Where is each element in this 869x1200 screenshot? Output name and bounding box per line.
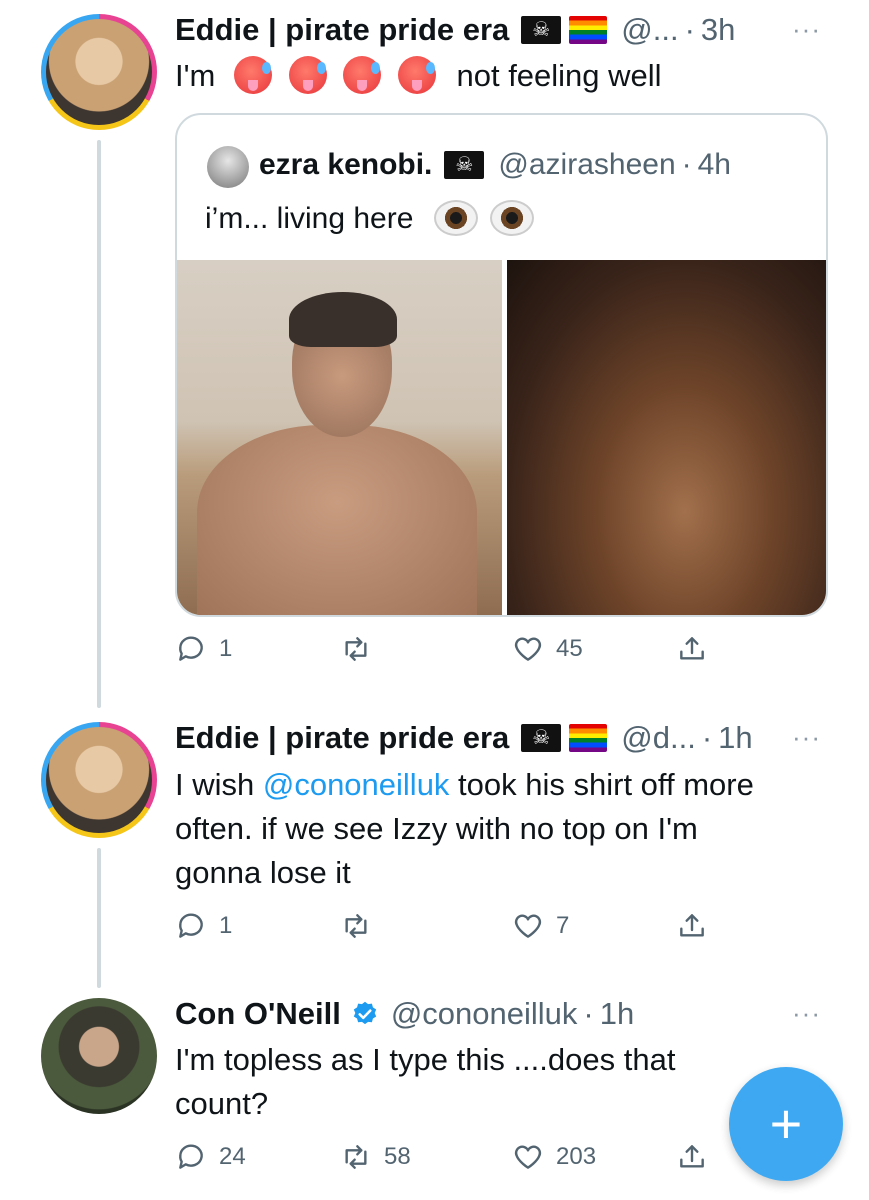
share-button[interactable] bbox=[676, 910, 708, 942]
eye-emoji-icon bbox=[433, 200, 478, 236]
rainbow-flag-icon bbox=[569, 724, 608, 752]
like-count: 45 bbox=[556, 635, 583, 662]
retweet-button[interactable] bbox=[340, 910, 384, 942]
reply-count: 24 bbox=[219, 1143, 246, 1170]
tweet-header: Con O'Neill @cononeilluk · 1h bbox=[175, 996, 634, 1032]
tweet-line: I'm topless as I type this ....does that bbox=[175, 1042, 676, 1077]
share-icon bbox=[680, 637, 704, 660]
tweet-text-part: I'm bbox=[175, 58, 216, 93]
tweet-header: Eddie | pirate pride era @... · 3h bbox=[175, 12, 735, 48]
more-options-icon[interactable]: ··· bbox=[792, 998, 821, 1029]
tweet-header: Eddie | pirate pride era @d... · 1h bbox=[175, 720, 753, 756]
quoted-avatar bbox=[207, 146, 249, 188]
timestamp[interactable]: 1h bbox=[718, 720, 752, 756]
tweet-line: often. if we see Izzy with no top on I'm bbox=[175, 811, 698, 846]
tweet-line: I wish @cononeilluk took his shirt off m… bbox=[175, 763, 835, 807]
tweet-line: gonna lose it bbox=[175, 855, 351, 890]
avatar[interactable] bbox=[41, 722, 157, 838]
avatar[interactable] bbox=[41, 998, 157, 1114]
quoted-tweet-text: i’m... living here bbox=[205, 200, 535, 236]
share-icon bbox=[680, 914, 704, 937]
reply-icon bbox=[179, 1144, 203, 1169]
reply-button[interactable]: 1 bbox=[175, 910, 232, 942]
retweet-icon bbox=[345, 637, 367, 661]
separator-dot: · bbox=[681, 148, 692, 181]
hot-face-emoji-icon bbox=[343, 56, 382, 94]
heart-icon bbox=[514, 914, 542, 938]
reply-count: 1 bbox=[219, 635, 233, 662]
image-figure-hair bbox=[289, 292, 397, 347]
eye-emoji-icon bbox=[490, 200, 535, 236]
retweet-button[interactable]: 58 bbox=[340, 1141, 411, 1173]
reply-icon bbox=[179, 913, 203, 938]
tweet-text: I wish @cononeilluk took his shirt off m… bbox=[175, 763, 835, 895]
tweet-text-part: I wish bbox=[175, 767, 263, 802]
hot-face-emoji-icon bbox=[397, 56, 436, 94]
display-name[interactable]: Eddie | pirate pride era bbox=[175, 720, 509, 756]
retweet-icon bbox=[345, 1145, 367, 1169]
share-icon bbox=[680, 1145, 704, 1168]
tweet-text-part: not feeling well bbox=[456, 58, 662, 93]
separator-dot: · bbox=[684, 12, 695, 47]
quoted-tweet-card[interactable]: ezra kenobi. @azirasheen · 4h i’m... liv… bbox=[175, 113, 828, 617]
tweet-text-part: took his shirt off more bbox=[449, 767, 754, 802]
separator-dot: · bbox=[701, 720, 713, 755]
tweet-line: count? bbox=[175, 1086, 269, 1121]
quoted-text: i’m... living here bbox=[205, 202, 414, 235]
retweet-icon bbox=[345, 914, 367, 938]
mention-link[interactable]: @cononeilluk bbox=[263, 767, 450, 802]
quoted-media-image[interactable] bbox=[507, 260, 826, 615]
display-name[interactable]: Con O'Neill bbox=[175, 996, 341, 1032]
separator-dot: · bbox=[583, 996, 594, 1031]
retweet-button[interactable] bbox=[340, 633, 384, 665]
like-button[interactable]: 7 bbox=[512, 910, 569, 942]
tweet-text: I'm topless as I type this ....does that… bbox=[175, 1038, 735, 1126]
display-name[interactable]: Eddie | pirate pride era bbox=[175, 12, 509, 48]
retweet-count: 58 bbox=[384, 1143, 411, 1170]
hot-face-emoji-icon bbox=[288, 56, 327, 94]
reply-icon bbox=[179, 636, 203, 661]
image-figure bbox=[197, 425, 477, 615]
verified-badge-icon bbox=[353, 1001, 377, 1025]
hot-face-emoji-icon bbox=[233, 56, 272, 94]
like-count: 203 bbox=[556, 1143, 597, 1170]
handle[interactable]: @... bbox=[621, 12, 678, 48]
like-button[interactable]: 203 bbox=[512, 1141, 596, 1173]
compose-tweet-button[interactable]: + bbox=[729, 1067, 843, 1181]
quoted-display-name: ezra kenobi. bbox=[259, 148, 433, 181]
pirate-flag-icon bbox=[444, 151, 485, 179]
plus-icon: + bbox=[769, 1092, 803, 1155]
reply-count: 1 bbox=[219, 912, 233, 939]
heart-icon bbox=[514, 637, 542, 661]
pirate-flag-icon bbox=[521, 16, 562, 44]
quoted-tweet-header: ezra kenobi. @azirasheen · 4h bbox=[259, 148, 731, 182]
more-options-icon[interactable]: ··· bbox=[792, 14, 821, 45]
thread-connector-line bbox=[97, 848, 101, 988]
like-button[interactable]: 45 bbox=[512, 633, 583, 665]
tweet-text: I'm not feeling well bbox=[175, 54, 662, 98]
heart-icon bbox=[514, 1145, 542, 1169]
reply-button[interactable]: 24 bbox=[175, 1141, 246, 1173]
timestamp[interactable]: 3h bbox=[701, 12, 735, 48]
pirate-flag-icon bbox=[521, 724, 562, 752]
share-button[interactable] bbox=[676, 633, 708, 665]
share-button[interactable] bbox=[676, 1141, 708, 1173]
reply-button[interactable]: 1 bbox=[175, 633, 232, 665]
more-options-icon[interactable]: ··· bbox=[792, 722, 821, 753]
quoted-handle: @azirasheen bbox=[498, 148, 676, 181]
quoted-media-image[interactable] bbox=[177, 260, 502, 615]
handle[interactable]: @d... bbox=[621, 720, 696, 756]
thread-connector-line bbox=[97, 140, 101, 708]
handle[interactable]: @cononeilluk bbox=[391, 996, 578, 1032]
timestamp[interactable]: 1h bbox=[600, 996, 634, 1032]
rainbow-flag-icon bbox=[569, 16, 608, 44]
quoted-timestamp: 4h bbox=[697, 148, 731, 181]
avatar[interactable] bbox=[41, 14, 157, 130]
like-count: 7 bbox=[556, 912, 570, 939]
